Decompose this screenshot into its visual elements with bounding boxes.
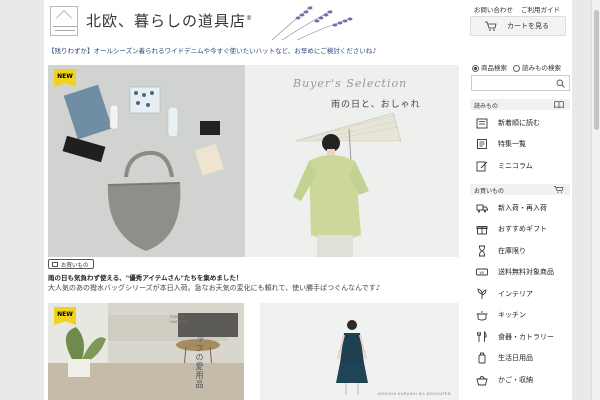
basket-icon [476, 374, 488, 386]
guide-link[interactable]: ご利用ガイド [521, 6, 560, 14]
book-icon [554, 101, 564, 108]
header: 北欧、暮らしの道具店® お問い合わせ ご利用ガイド カートを見る [44, 0, 572, 44]
sidebar-item-label: おすすめギフト [498, 225, 547, 233]
sidebar-item[interactable]: 在庫限り [470, 240, 570, 261]
search-option-articles[interactable]: 読みもの検索 [513, 62, 561, 72]
sidebar-item[interactable]: おすすめギフト [470, 219, 570, 240]
living-room-image [48, 303, 244, 400]
truck-icon [476, 202, 488, 214]
hourglass-icon [476, 245, 488, 257]
article-description: 大人気のあの撥水バッグシリーズが本日入荷。急なお天気の変化にも頼れて、使い勝手ば… [48, 284, 381, 292]
search-type-options: 商品検索 読みもの検索 [472, 62, 561, 72]
hero-banner[interactable]: NEW Buyer's Selection 雨の日と、おしゃれ [48, 65, 459, 257]
contact-link[interactable]: お問い合わせ [474, 6, 513, 14]
window-scrollbar-thumb[interactable] [594, 10, 599, 130]
sidebar-item-label: ミニコラム [498, 161, 533, 170]
cart-label: カートを見る [507, 22, 549, 30]
sidebar-item[interactable]: 生活日用品 [470, 348, 570, 369]
site-title[interactable]: 北欧、暮らしの道具店® [86, 10, 253, 31]
gift-icon [476, 223, 488, 235]
sidebar-item-label: 新入荷・再入荷 [498, 203, 547, 212]
bottle-icon [476, 352, 488, 364]
lavender-illustration [271, 5, 353, 40]
hero-umbrella-photo[interactable]: Buyer's Selection 雨の日と、おしゃれ [245, 65, 459, 257]
cart-button[interactable]: カートを見る [470, 16, 566, 36]
sidebar-item[interactable]: 新着順に読む [470, 112, 570, 133]
bag-flatlay-image [48, 65, 245, 257]
sidebar-item[interactable]: ミニコラム [470, 155, 570, 176]
registered-mark: ® [246, 15, 254, 22]
article-headline[interactable]: 雨の日も気負わず使える、"優秀アイテムさん"たちを集めました！ [48, 272, 242, 282]
house-icon [56, 10, 72, 26]
site-title-text: 北欧、暮らしの道具店 [86, 12, 247, 30]
buyer-selection-title: Buyer's Selection [293, 77, 408, 90]
sidebar-item-label: インテリア [498, 289, 533, 298]
sidebar-item-label: かご・収納 [498, 375, 533, 384]
woman-umbrella-image [245, 65, 459, 257]
sidebar-item[interactable]: 特集一覧 [470, 134, 570, 155]
cart-icon [485, 21, 497, 31]
sidebar-item[interactable]: キッチン [470, 305, 570, 326]
plant-icon [476, 287, 488, 300]
sidebar-item[interactable]: かご・収納 [470, 369, 570, 390]
radio-unselected-icon [513, 64, 520, 72]
sidebar-item-label: 送料無料対象商品 [498, 268, 554, 276]
sidebar-item-label: 在庫限り [498, 246, 526, 255]
sidebar-item-label: 生活日用品 [498, 354, 533, 362]
cutlery-icon [476, 330, 488, 343]
radio-selected-icon [472, 64, 479, 72]
window-scrollbar[interactable] [591, 0, 600, 400]
pot-icon [476, 309, 488, 321]
sidebar-item-label: 特集一覧 [498, 140, 526, 148]
search-icon[interactable] [556, 79, 565, 88]
cart-icon [554, 186, 564, 193]
page: 北欧、暮らしの道具店® お問い合わせ ご利用ガイド カートを見る 【残りわずか】… [44, 0, 572, 400]
sidebar-item-label: 新着順に読む [498, 118, 540, 127]
svg-text:¥0: ¥0 [480, 271, 484, 275]
cart-tag-icon [52, 262, 58, 267]
search-option-products[interactable]: 商品検索 [472, 62, 507, 72]
category-tag[interactable]: お買いもの [48, 259, 94, 269]
hero-bag-photo[interactable]: NEW [48, 65, 245, 257]
sidebar-item[interactable]: 食器・カトラリー [470, 326, 570, 347]
staff-favorite-card[interactable]: NEW STAFF'S FAVORITE スタッフの愛用品 [48, 303, 244, 400]
sidebar-item-label: キッチン [498, 311, 526, 319]
pen-note-icon [476, 160, 488, 172]
sidebar-item[interactable]: インテリア [470, 283, 570, 304]
notice-banner-link[interactable]: 【残りわずか】オールシーズン着られるワイドデニムや今すぐ使いたいハットなど、お早… [48, 45, 376, 55]
site-logo[interactable] [50, 6, 78, 36]
buyer-selection-subtitle: 雨の日と、おしゃれ [331, 100, 421, 110]
free-shipping-icon: ¥0 [476, 266, 488, 278]
shop-section-header: お買いもの [470, 184, 570, 195]
search-input[interactable] [471, 75, 570, 91]
sidebar-item-label: 食器・カトラリー [498, 332, 554, 341]
sidebar-item[interactable]: ¥0 送料無料対象商品 [470, 262, 570, 283]
staff-favorite-title: スタッフの愛用品 [195, 317, 204, 389]
model-dress-image [260, 303, 459, 400]
card2-caption: HOKUOH KURASHI NO DOUGUTEN [378, 392, 451, 396]
newspaper-icon [476, 117, 488, 129]
dress-model-card[interactable]: HOKUOH KURASHI NO DOUGUTEN [260, 303, 459, 400]
feature-list-icon [476, 138, 488, 150]
read-section-header: 読みもの [470, 99, 570, 110]
staff-favorite-caption: STAFF'S FAVORITE [170, 315, 187, 324]
sidebar-item[interactable]: 新入荷・再入荷 [470, 197, 570, 218]
top-links: お問い合わせ ご利用ガイド [468, 4, 560, 14]
